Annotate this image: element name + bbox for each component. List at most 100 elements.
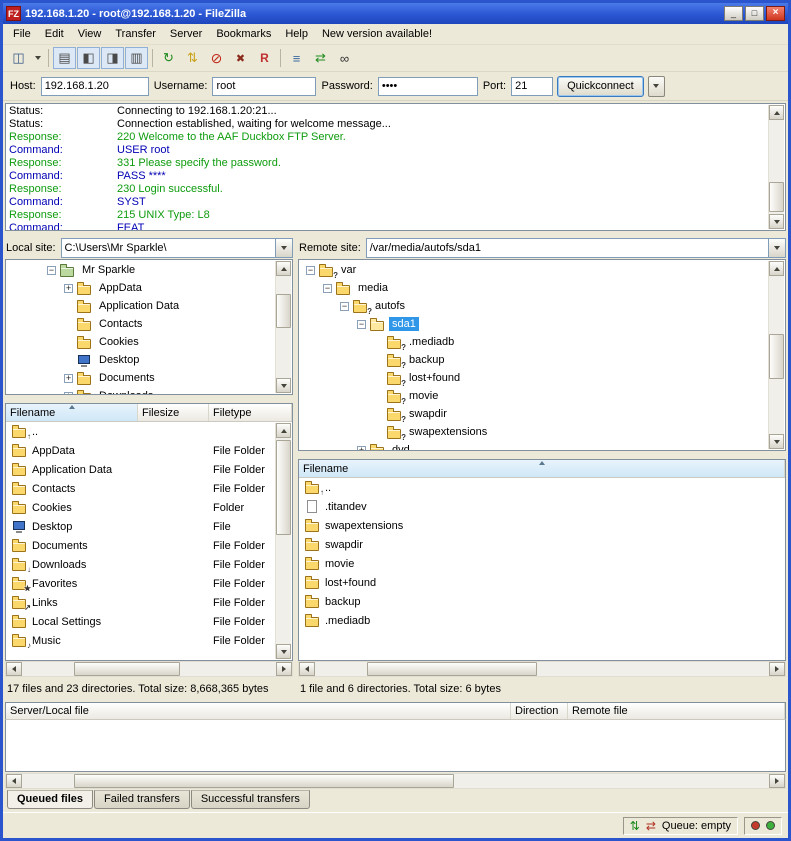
menu-item-new-version[interactable]: New version available! bbox=[315, 26, 439, 42]
port-input[interactable] bbox=[511, 77, 553, 96]
scroll-down-button[interactable] bbox=[769, 434, 784, 449]
process-queue-icon[interactable]: ⇅ bbox=[181, 47, 204, 69]
queue-column-local-file[interactable]: Server/Local file bbox=[6, 703, 511, 719]
file-row[interactable]: swapdir bbox=[299, 535, 785, 554]
remote-tree-splitter[interactable] bbox=[298, 451, 786, 459]
expander-icon[interactable] bbox=[62, 284, 75, 293]
file-row[interactable]: .titandev bbox=[299, 497, 785, 516]
sync-browsing-icon[interactable]: ⇄ bbox=[309, 47, 332, 69]
maximize-button[interactable]: □ bbox=[745, 6, 764, 21]
scroll-up-button[interactable] bbox=[276, 423, 291, 438]
remote-site-combo[interactable]: /var/media/autofs/sda1 bbox=[366, 238, 786, 258]
file-row[interactable]: Documents File Folder bbox=[6, 536, 276, 555]
username-input[interactable] bbox=[212, 77, 316, 96]
scroll-right-button[interactable] bbox=[769, 774, 785, 788]
queue-list[interactable] bbox=[5, 720, 786, 772]
scroll-left-button[interactable] bbox=[6, 662, 22, 676]
menu-item-edit[interactable]: Edit bbox=[38, 26, 71, 42]
expander-icon[interactable] bbox=[45, 266, 58, 275]
column-filename[interactable]: Filename bbox=[6, 404, 138, 421]
file-row[interactable]: Contacts File Folder bbox=[6, 479, 276, 498]
file-row[interactable]: ↑.. bbox=[299, 478, 785, 497]
tree-item[interactable]: Application Data bbox=[7, 297, 274, 315]
remote-tree-scrollbar[interactable] bbox=[768, 261, 784, 449]
find-icon[interactable]: ∞ bbox=[333, 47, 356, 69]
scroll-down-button[interactable] bbox=[276, 378, 291, 393]
file-row[interactable]: movie bbox=[299, 554, 785, 573]
tree-item[interactable]: Documents bbox=[7, 369, 274, 387]
file-row[interactable]: ↑.. bbox=[6, 422, 276, 441]
scroll-down-button[interactable] bbox=[276, 644, 291, 659]
compare-icon[interactable]: ≡ bbox=[285, 47, 308, 69]
file-row[interactable]: lost+found bbox=[299, 573, 785, 592]
tree-item[interactable]: Contacts bbox=[7, 315, 274, 333]
scrollbar-thumb[interactable] bbox=[276, 294, 291, 328]
scroll-up-button[interactable] bbox=[769, 261, 784, 276]
chevron-down-icon[interactable] bbox=[768, 239, 785, 257]
menu-item-bookmarks[interactable]: Bookmarks bbox=[209, 26, 278, 42]
log-scrollbar[interactable] bbox=[768, 105, 784, 229]
scrollbar-thumb[interactable] bbox=[769, 182, 784, 212]
tree-item[interactable]: ? dvd bbox=[300, 441, 767, 451]
expander-icon[interactable] bbox=[338, 302, 351, 311]
tree-item[interactable]: media bbox=[300, 279, 767, 297]
quickconnect-dropdown[interactable] bbox=[648, 76, 665, 97]
file-row[interactable]: ★Favorites File Folder bbox=[6, 574, 276, 593]
local-site-combo[interactable]: C:\Users\Mr Sparkle\ bbox=[61, 238, 293, 258]
file-row[interactable]: swapextensions bbox=[299, 516, 785, 535]
toggle-local-tree-icon[interactable]: ◧ bbox=[77, 47, 100, 69]
scrollbar-thumb[interactable] bbox=[769, 334, 784, 379]
toggle-queue-icon[interactable]: ▥ bbox=[125, 47, 148, 69]
tree-item[interactable]: ? backup bbox=[300, 351, 767, 369]
titlebar[interactable]: FZ 192.168.1.20 - root@192.168.1.20 - Fi… bbox=[3, 3, 788, 24]
file-row[interactable]: AppData File Folder bbox=[6, 441, 276, 460]
menu-item-view[interactable]: View bbox=[71, 26, 109, 42]
file-row[interactable]: Application Data File Folder bbox=[6, 460, 276, 479]
tree-item[interactable]: Desktop bbox=[7, 351, 274, 369]
file-row[interactable]: ♪Music File Folder bbox=[6, 631, 276, 650]
refresh-icon[interactable]: ↻ bbox=[157, 47, 180, 69]
menu-item-help[interactable]: Help bbox=[278, 26, 315, 42]
scroll-right-button[interactable] bbox=[276, 662, 292, 676]
scroll-left-button[interactable] bbox=[299, 662, 315, 676]
file-row[interactable]: ↗Links File Folder bbox=[6, 593, 276, 612]
chevron-down-icon[interactable] bbox=[275, 239, 292, 257]
tree-item[interactable]: Downloads bbox=[7, 387, 274, 395]
local-tree-splitter[interactable] bbox=[5, 395, 293, 403]
expander-icon[interactable] bbox=[321, 284, 334, 293]
scrollbar-thumb[interactable] bbox=[276, 440, 291, 535]
scroll-up-button[interactable] bbox=[769, 105, 784, 120]
site-manager-icon[interactable]: ◫ bbox=[7, 47, 30, 69]
scrollbar-thumb[interactable] bbox=[74, 662, 180, 676]
tree-item[interactable]: ? .mediadb bbox=[300, 333, 767, 351]
menu-item-server[interactable]: Server bbox=[163, 26, 209, 42]
minimize-button[interactable]: _ bbox=[724, 6, 743, 21]
disconnect-icon[interactable]: ✖ bbox=[229, 47, 252, 69]
column-filename[interactable]: Filename bbox=[299, 460, 785, 477]
tree-item[interactable]: Cookies bbox=[7, 333, 274, 351]
expander-icon[interactable] bbox=[62, 374, 75, 383]
remote-list-hscrollbar[interactable] bbox=[298, 661, 786, 677]
scrollbar-thumb[interactable] bbox=[367, 662, 537, 676]
tree-item[interactable]: sda1 bbox=[300, 315, 767, 333]
file-row[interactable]: .mediadb bbox=[299, 611, 785, 630]
queue-column-direction[interactable]: Direction bbox=[511, 703, 568, 719]
scroll-right-button[interactable] bbox=[769, 662, 785, 676]
speed-limits-icon[interactable]: ⇄ bbox=[646, 820, 656, 832]
queue-column-remote-file[interactable]: Remote file bbox=[568, 703, 785, 719]
scrollbar-thumb[interactable] bbox=[74, 774, 454, 788]
queue-hscrollbar[interactable] bbox=[5, 773, 786, 789]
scroll-up-button[interactable] bbox=[276, 261, 291, 276]
local-list-scrollbar[interactable] bbox=[275, 423, 291, 659]
toggle-message-log-icon[interactable]: ▤ bbox=[53, 47, 76, 69]
scroll-left-button[interactable] bbox=[6, 774, 22, 788]
expander-icon[interactable] bbox=[355, 320, 368, 329]
scroll-down-button[interactable] bbox=[769, 214, 784, 229]
host-input[interactable] bbox=[41, 77, 149, 96]
tree-item[interactable]: Mr Sparkle bbox=[7, 261, 274, 279]
column-filesize[interactable]: Filesize bbox=[138, 404, 209, 421]
tree-item[interactable]: ? lost+found bbox=[300, 369, 767, 387]
file-row[interactable]: Local Settings File Folder bbox=[6, 612, 276, 631]
toggle-remote-tree-icon[interactable]: ◨ bbox=[101, 47, 124, 69]
reconnect-icon[interactable]: R bbox=[253, 47, 276, 69]
